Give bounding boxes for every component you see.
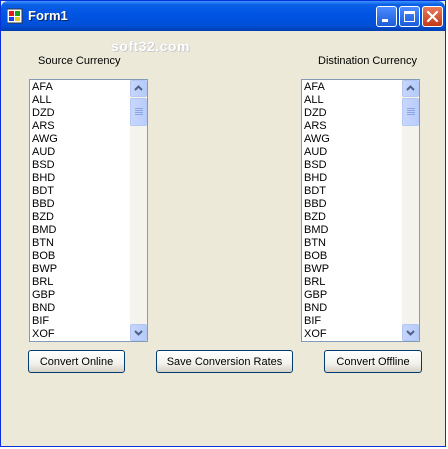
list-item[interactable]: ALL xyxy=(304,94,400,107)
convert-online-button[interactable]: Convert Online xyxy=(28,350,125,373)
list-item[interactable]: ARS xyxy=(304,120,400,133)
list-item[interactable]: BSD xyxy=(32,159,128,172)
list-item[interactable]: DZD xyxy=(304,107,400,120)
scroll-down-button[interactable] xyxy=(402,324,419,341)
list-item[interactable]: BZD xyxy=(32,211,128,224)
source-scrollbar[interactable] xyxy=(130,80,147,341)
list-item[interactable]: ARS xyxy=(32,120,128,133)
minimize-icon xyxy=(382,19,388,22)
list-item[interactable]: AFA xyxy=(304,81,400,94)
list-item[interactable]: AUD xyxy=(304,146,400,159)
maximize-icon xyxy=(404,11,415,22)
chevron-down-icon xyxy=(406,330,415,336)
list-item[interactable]: BND xyxy=(304,302,400,315)
save-conversion-rates-button[interactable]: Save Conversion Rates xyxy=(156,350,293,373)
list-item[interactable]: BOB xyxy=(304,250,400,263)
title-bar[interactable]: Form1 xyxy=(1,1,445,31)
scroll-up-button[interactable] xyxy=(130,80,147,97)
scroll-thumb[interactable] xyxy=(402,98,419,126)
list-item[interactable]: AWG xyxy=(304,133,400,146)
list-item[interactable]: BIF xyxy=(304,315,400,328)
window-title: Form1 xyxy=(28,8,68,23)
list-item[interactable]: DZD xyxy=(32,107,128,120)
list-item[interactable]: BWP xyxy=(304,263,400,276)
destination-scrollbar[interactable] xyxy=(402,80,419,341)
maximize-button[interactable] xyxy=(399,6,420,27)
list-item[interactable]: BHD xyxy=(304,172,400,185)
list-item[interactable]: BTN xyxy=(32,237,128,250)
list-item[interactable]: GBP xyxy=(304,289,400,302)
chevron-up-icon xyxy=(134,85,143,91)
scroll-down-button[interactable] xyxy=(130,324,147,341)
list-item[interactable]: BBD xyxy=(32,198,128,211)
list-item[interactable]: BOB xyxy=(32,250,128,263)
list-item[interactable]: AUD xyxy=(32,146,128,159)
chevron-down-icon xyxy=(134,330,143,336)
close-icon xyxy=(426,10,439,23)
app-window: Form1 soft32.com Source Currency Distina… xyxy=(0,0,446,447)
list-item[interactable]: AFA xyxy=(32,81,128,94)
list-item[interactable]: AWG xyxy=(32,133,128,146)
list-item[interactable]: BWP xyxy=(32,263,128,276)
list-item[interactable]: BHD xyxy=(32,172,128,185)
watermark-text: soft32.com xyxy=(111,38,190,54)
list-item[interactable]: BIF xyxy=(32,315,128,328)
list-item[interactable]: BSD xyxy=(304,159,400,172)
list-item[interactable]: GBP xyxy=(32,289,128,302)
list-item[interactable]: XOF xyxy=(304,328,400,341)
scroll-thumb[interactable] xyxy=(130,98,147,126)
source-currency-items: AFA ALL DZD ARS AWG AUD BSD BHD BDT BBD BZD BMD BTN B… xyxy=(32,81,128,341)
minimize-button[interactable] xyxy=(376,6,397,27)
destination-currency-items: AFA ALL DZD ARS AWG AUD BSD BHD BDT BBD BZD BMD BTN B… xyxy=(304,81,400,341)
list-item[interactable]: BDT xyxy=(304,185,400,198)
list-item[interactable]: XOF xyxy=(32,328,128,341)
list-item[interactable]: BZD xyxy=(304,211,400,224)
scroll-up-button[interactable] xyxy=(402,80,419,97)
list-item[interactable]: BDT xyxy=(32,185,128,198)
chevron-up-icon xyxy=(406,85,415,91)
source-currency-label: Source Currency xyxy=(38,55,121,67)
list-item[interactable]: ALL xyxy=(32,94,128,107)
destination-currency-list[interactable]: AFA ALL DZD ARS AWG AUD BSD BHD BDT BBD BZD BMD BTN B… xyxy=(301,79,420,342)
list-item[interactable]: BRL xyxy=(32,276,128,289)
app-icon xyxy=(6,8,23,24)
list-item[interactable]: BBD xyxy=(304,198,400,211)
list-item[interactable]: BND xyxy=(32,302,128,315)
list-item[interactable]: BMD xyxy=(32,224,128,237)
list-item[interactable]: BMD xyxy=(304,224,400,237)
list-item[interactable]: BTN xyxy=(304,237,400,250)
destination-currency-label: Distination Currency xyxy=(318,55,418,67)
close-button[interactable] xyxy=(422,6,443,27)
convert-offline-button[interactable]: Convert Offline xyxy=(324,350,422,373)
list-item[interactable]: BRL xyxy=(304,276,400,289)
source-currency-list[interactable]: AFA ALL DZD ARS AWG AUD BSD BHD BDT BBD BZD BMD BTN B… xyxy=(29,79,148,342)
